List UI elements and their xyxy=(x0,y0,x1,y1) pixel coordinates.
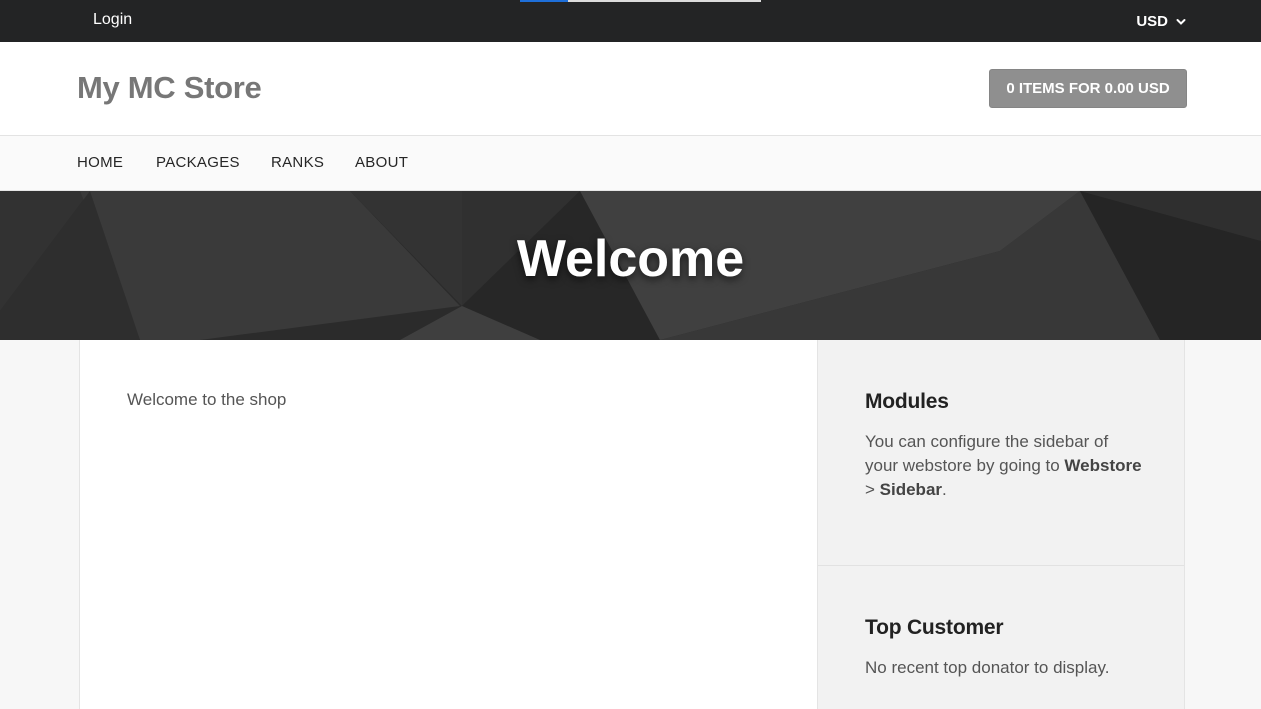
currency-value: USD xyxy=(1136,13,1168,30)
module-title: Modules xyxy=(865,390,949,413)
nav-item-packages[interactable]: PACKAGES xyxy=(156,154,240,171)
nav-item-ranks[interactable]: RANKS xyxy=(271,154,324,171)
module-description: No recent top donator to display. xyxy=(865,658,1110,677)
cart-button[interactable]: 0 ITEMS FOR 0.00 USD xyxy=(989,69,1187,108)
module-title: Top Customer xyxy=(865,616,1004,639)
module-text-sidebar: Sidebar xyxy=(879,480,943,499)
site-header: My MC Store 0 ITEMS FOR 0.00 USD xyxy=(0,42,1261,136)
module-text-webstore: Webstore xyxy=(1064,456,1142,475)
chevron-down-icon xyxy=(1176,18,1186,25)
store-name-logo[interactable]: My MC Store xyxy=(77,70,262,106)
sidebar: Modules You can configure the sidebar of… xyxy=(817,340,1185,709)
loading-progress-fill xyxy=(520,0,569,2)
currency-selector[interactable]: USD xyxy=(1136,13,1186,30)
hero-title: Welcome xyxy=(516,230,745,288)
welcome-text: Welcome to the shop xyxy=(127,390,287,409)
top-bar: Login USD xyxy=(0,0,1261,42)
module-description: You can configure the sidebar of your we… xyxy=(865,430,1145,502)
login-link[interactable]: Login xyxy=(93,11,132,29)
sidebar-module-modules: Modules You can configure the sidebar of… xyxy=(818,340,1184,566)
hero-banner: Welcome xyxy=(0,191,1261,340)
sidebar-module-top-customer: Top Customer No recent top donator to di… xyxy=(818,566,1184,709)
main-content: Welcome to the shop xyxy=(79,340,817,709)
module-text-after: . xyxy=(942,480,947,499)
nav-item-home[interactable]: HOME xyxy=(77,154,123,171)
loading-progress-bar xyxy=(520,0,761,2)
main-nav: HOME PACKAGES RANKS ABOUT xyxy=(0,136,1261,191)
module-text-separator: > xyxy=(865,480,880,499)
nav-item-about[interactable]: ABOUT xyxy=(355,154,408,171)
